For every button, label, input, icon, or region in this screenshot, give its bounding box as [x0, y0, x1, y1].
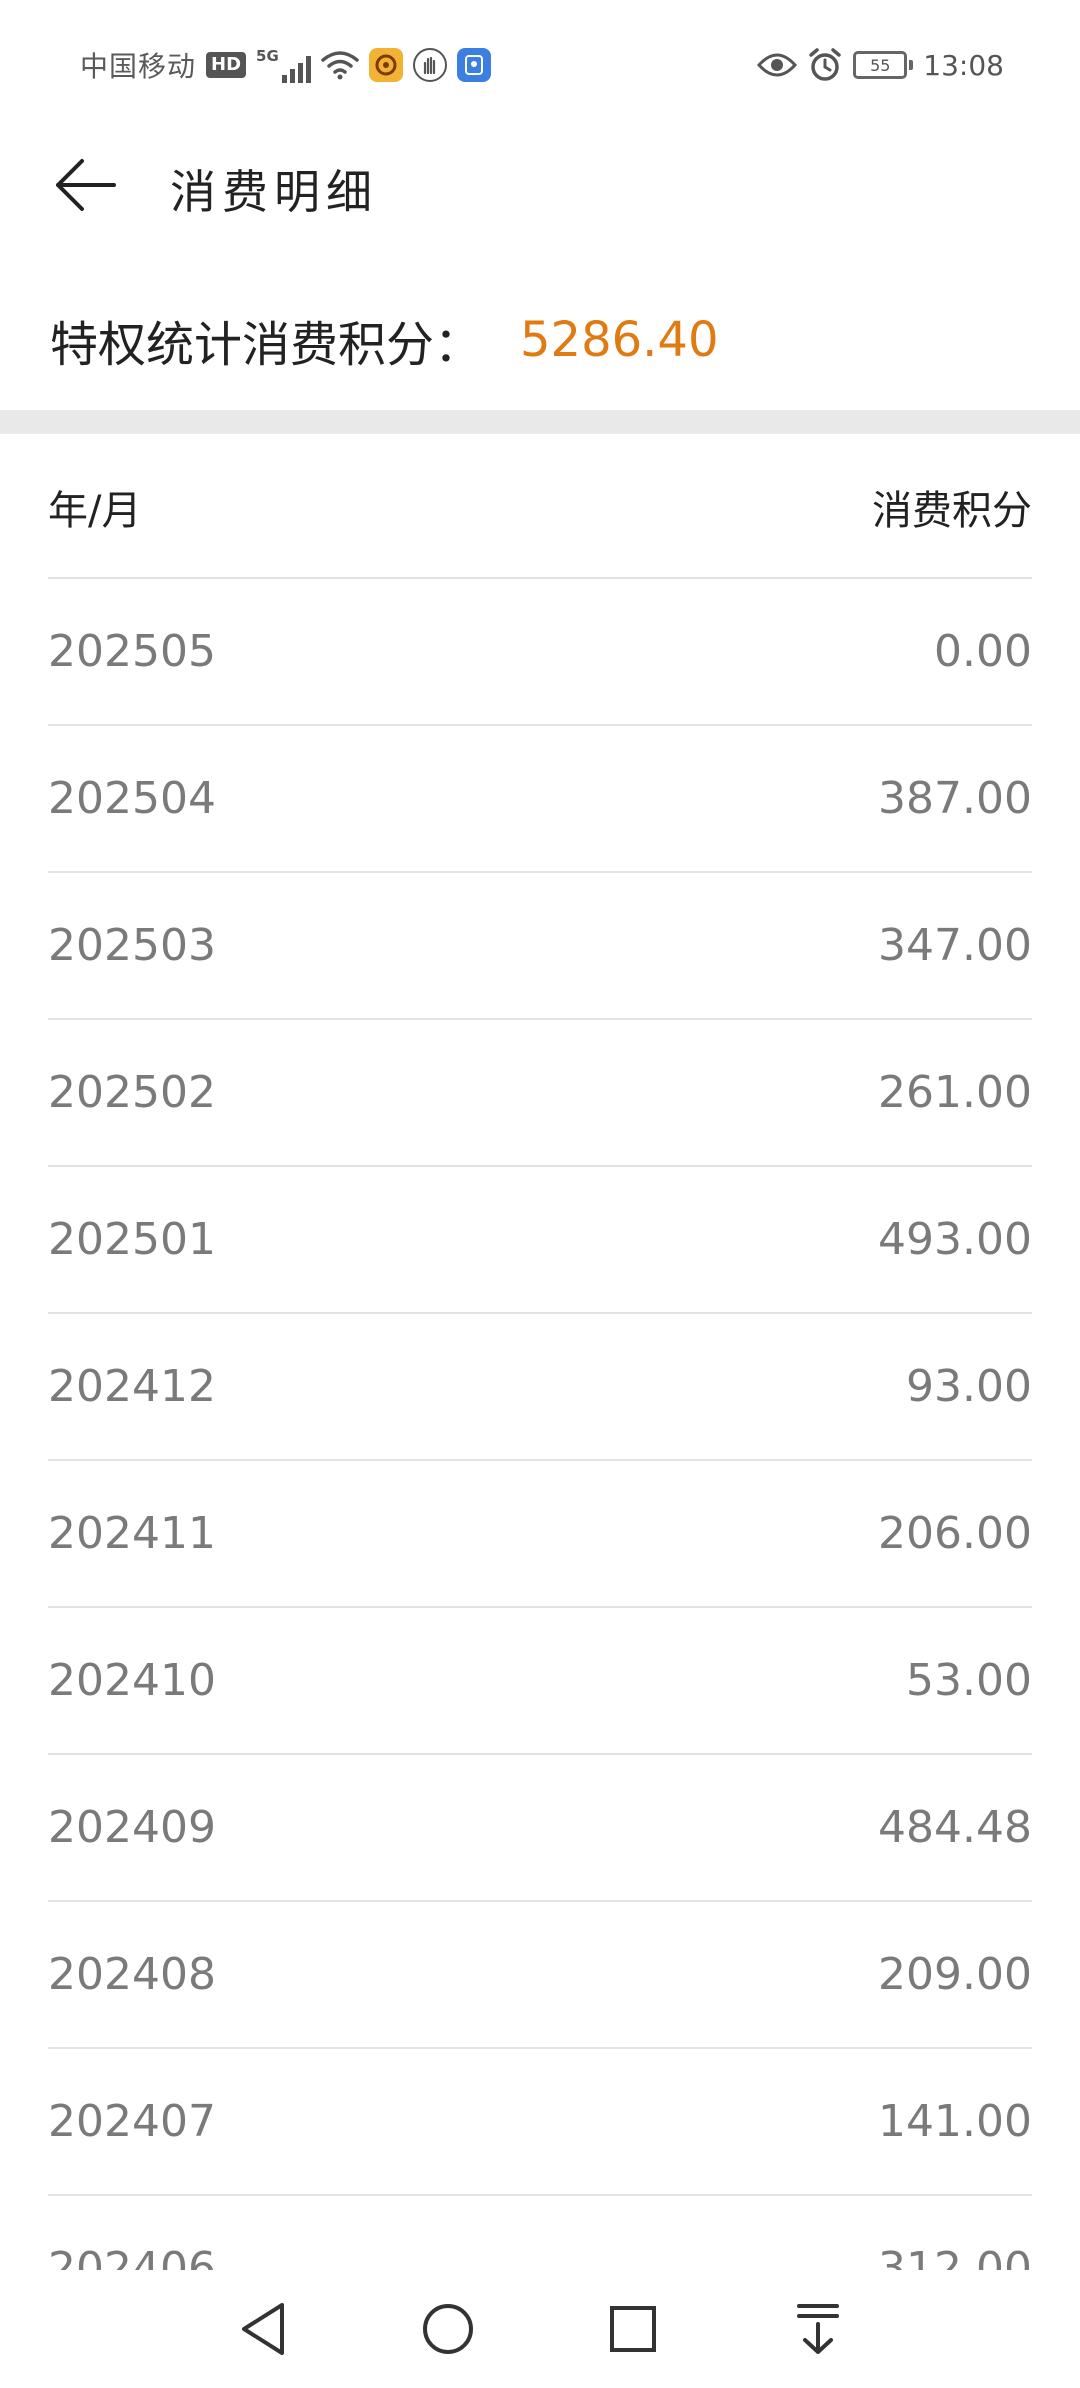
- row-month: 202504: [48, 773, 216, 824]
- table-row: 202407 141.00: [48, 2049, 1032, 2196]
- clock: 13:08: [923, 48, 1004, 82]
- row-points: 0.00: [934, 626, 1032, 677]
- alarm-icon: [809, 48, 842, 81]
- table-row: 202412 93.00: [48, 1314, 1032, 1461]
- row-points: 209.00: [878, 1949, 1032, 2000]
- recents-square-icon: [609, 2306, 656, 2352]
- hand-shield-icon: [412, 48, 447, 82]
- signal-bars-icon: [281, 53, 311, 83]
- summary-value: 5286.40: [520, 312, 719, 368]
- back-button[interactable]: [50, 150, 120, 220]
- row-month: 202501: [48, 1214, 216, 1265]
- points-summary: 特权统计消费积分： 5286.40: [50, 305, 719, 375]
- table-row: 202504 387.00: [48, 726, 1032, 873]
- nav-notification-button[interactable]: [778, 2289, 858, 2369]
- row-points: 53.00: [906, 1655, 1032, 1706]
- status-bar-left: 中国移动 HD 5G: [80, 45, 491, 85]
- battery-icon: 55: [853, 51, 914, 79]
- table-row: 202411 206.00: [48, 1461, 1032, 1608]
- table-row: 202409 484.48: [48, 1755, 1032, 1902]
- table-row: 202501 493.00: [48, 1167, 1032, 1314]
- row-points: 347.00: [878, 920, 1032, 971]
- app-notification-icon: [368, 48, 403, 82]
- back-triangle-icon: [241, 2303, 284, 2355]
- nav-recents-button[interactable]: [593, 2289, 673, 2369]
- status-bar-right: 55 13:08: [757, 47, 1004, 83]
- table-header: 年/月 消费积分: [48, 437, 1032, 579]
- row-points: 206.00: [878, 1508, 1032, 1559]
- nav-back-button[interactable]: [223, 2289, 303, 2369]
- row-points: 261.00: [878, 1067, 1032, 1118]
- row-points: 141.00: [878, 2096, 1032, 2147]
- row-points: 484.48: [878, 1802, 1032, 1853]
- network-type: 5G: [256, 47, 279, 65]
- table-row: 202502 261.00: [48, 1020, 1032, 1167]
- table-row: 202505 0.00: [48, 579, 1032, 726]
- summary-label: 特权统计消费积分：: [50, 317, 483, 373]
- status-bar: 中国移动 HD 5G 55 13:08: [0, 0, 1080, 130]
- nav-home-button[interactable]: [408, 2289, 488, 2369]
- page-title: 消费明细: [170, 165, 378, 219]
- signal-indicator: 5G: [256, 47, 311, 83]
- column-header-points: 消费积分: [872, 488, 1032, 534]
- home-circle-icon: [422, 2304, 473, 2354]
- notification-pull-icon: [796, 2304, 839, 2354]
- wifi-icon: [321, 51, 359, 80]
- app-header: 消费明细: [0, 130, 1080, 240]
- eye-icon: [757, 53, 798, 77]
- arrow-left-icon: [56, 159, 116, 211]
- row-month: 202410: [48, 1655, 216, 1706]
- row-points: 93.00: [906, 1361, 1032, 1412]
- hd-badge: HD: [206, 52, 247, 78]
- carrier-name: 中国移动: [80, 50, 197, 83]
- app-badge-icon: [456, 48, 491, 82]
- system-nav-bar: [0, 2270, 1080, 2388]
- row-month: 202408: [48, 1949, 216, 2000]
- row-month: 202502: [48, 1067, 216, 1118]
- row-points: 493.00: [878, 1214, 1032, 1265]
- row-month: 202503: [48, 920, 216, 971]
- row-month: 202505: [48, 626, 216, 677]
- table-row: 202408 209.00: [48, 1902, 1032, 2049]
- row-month: 202407: [48, 2096, 216, 2147]
- row-month: 202412: [48, 1361, 216, 1412]
- points-table[interactable]: 202505 0.00 202504 387.00 202503 347.00 202…: [48, 579, 1032, 2343]
- row-points: 387.00: [878, 773, 1032, 824]
- column-header-month: 年/月: [48, 488, 142, 534]
- row-month: 202409: [48, 1802, 216, 1853]
- table-row: 202503 347.00: [48, 873, 1032, 1020]
- table-row: 202410 53.00: [48, 1608, 1032, 1755]
- section-divider: [0, 410, 1080, 434]
- row-month: 202411: [48, 1508, 216, 1559]
